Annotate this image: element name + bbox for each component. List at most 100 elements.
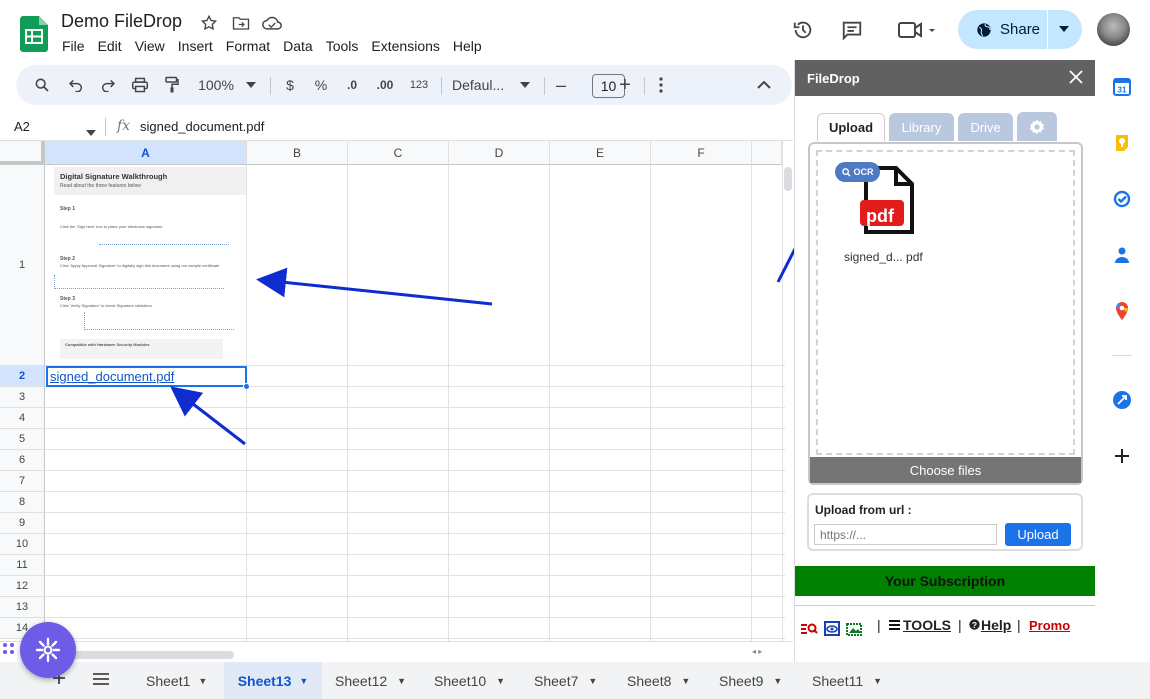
paint-format-icon[interactable]: [160, 65, 184, 105]
vertical-scrollbar[interactable]: [782, 141, 793, 641]
drag-handle-icon[interactable]: [3, 643, 14, 654]
choose-files-button[interactable]: Choose files: [810, 457, 1081, 483]
freeze-handle[interactable]: [0, 141, 45, 165]
currency-format-button[interactable]: $: [280, 65, 300, 105]
row-header-5[interactable]: 5: [0, 429, 45, 450]
sheet-tab-active[interactable]: Sheet13 ▼: [224, 662, 322, 699]
font-chevron-down-icon[interactable]: [518, 65, 532, 105]
print-icon[interactable]: [128, 65, 152, 105]
column-header-c[interactable]: C: [348, 141, 449, 165]
menu-edit[interactable]: Edit: [98, 38, 122, 54]
move-folder-icon[interactable]: [231, 13, 251, 33]
row-header-8[interactable]: 8: [0, 492, 45, 513]
row-header-2[interactable]: 2: [0, 366, 45, 387]
share-chevron-down-icon[interactable]: [1059, 26, 1069, 32]
url-upload-button[interactable]: Upload: [1005, 523, 1071, 546]
menu-tools[interactable]: Tools: [326, 38, 359, 54]
sheet-tab[interactable]: Sheet9 ▼: [719, 662, 782, 699]
url-input[interactable]: [814, 524, 997, 545]
row-header-1[interactable]: 1: [0, 165, 45, 366]
redo-icon[interactable]: [96, 65, 120, 105]
menu-view[interactable]: View: [135, 38, 165, 54]
chevron-down-icon[interactable]: ▼: [588, 676, 597, 686]
row-header-11[interactable]: 11: [0, 555, 45, 576]
tools-link[interactable]: TOOLS: [889, 617, 951, 633]
tab-settings[interactable]: [1017, 112, 1057, 141]
avatar[interactable]: [1097, 13, 1130, 46]
spreadsheet-grid[interactable]: A B C D E F 1 2 3 4 5 6 7 8 9 10 11 12 1…: [0, 141, 793, 641]
keep-icon[interactable]: [1112, 133, 1132, 153]
chevron-down-icon[interactable]: ▼: [397, 676, 406, 686]
cloud-saved-icon[interactable]: [262, 13, 282, 33]
undo-icon[interactable]: [64, 65, 88, 105]
eye-icon[interactable]: [824, 620, 840, 636]
name-box-chevron-down-icon[interactable]: [86, 124, 96, 139]
sheets-logo-icon[interactable]: [20, 16, 48, 52]
explore-fab[interactable]: [20, 622, 76, 678]
tab-library[interactable]: Library: [889, 113, 954, 141]
column-header-f[interactable]: F: [651, 141, 752, 165]
search-text-icon[interactable]: [800, 620, 818, 636]
image-icon[interactable]: [846, 620, 864, 636]
row-header-13[interactable]: 13: [0, 597, 45, 618]
column-header-g[interactable]: [752, 141, 782, 165]
tab-upload[interactable]: Upload: [817, 113, 885, 141]
menu-extensions[interactable]: Extensions: [371, 38, 439, 54]
ocr-badge[interactable]: OCR: [835, 162, 880, 182]
calendar-icon[interactable]: 31: [1112, 77, 1132, 97]
menu-format[interactable]: Format: [226, 38, 270, 54]
chevron-down-icon[interactable]: ▼: [773, 676, 782, 686]
menu-insert[interactable]: Insert: [178, 38, 213, 54]
sheet-tab[interactable]: Sheet8 ▼: [627, 662, 690, 699]
tasks-icon[interactable]: [1112, 189, 1132, 209]
font-size-increase-icon[interactable]: +: [616, 65, 634, 105]
horizontal-scrollbar[interactable]: ◂ ▸: [0, 641, 793, 662]
column-header-d[interactable]: D: [449, 141, 550, 165]
sheet-tab[interactable]: Sheet11 ▼: [812, 662, 882, 699]
row-header-3[interactable]: 3: [0, 387, 45, 408]
chevron-down-icon[interactable]: ▼: [198, 676, 207, 686]
row-header-4[interactable]: 4: [0, 408, 45, 429]
maps-icon[interactable]: [1112, 301, 1132, 321]
increase-decimal-button[interactable]: .00: [372, 65, 398, 105]
sheet-tab[interactable]: Sheet7 ▼: [534, 662, 597, 699]
search-menus-icon[interactable]: [30, 65, 54, 105]
sheet-tab[interactable]: Sheet12 ▼: [335, 662, 406, 699]
sheet-tab[interactable]: Sheet1 ▼: [146, 662, 207, 699]
font-select[interactable]: Defaul...: [452, 65, 514, 105]
chevron-down-icon[interactable]: ▼: [299, 676, 308, 686]
close-icon[interactable]: [1069, 70, 1083, 84]
percent-format-button[interactable]: %: [311, 65, 331, 105]
document-title[interactable]: Demo FileDrop: [61, 11, 182, 32]
menu-help[interactable]: Help: [453, 38, 482, 54]
row-header-7[interactable]: 7: [0, 471, 45, 492]
chevron-down-icon[interactable]: ▼: [681, 676, 690, 686]
selected-cell-a2[interactable]: signed_document.pdf: [46, 366, 247, 387]
chevron-down-icon[interactable]: ▼: [873, 676, 882, 686]
star-icon[interactable]: [199, 13, 219, 33]
contacts-icon[interactable]: [1112, 245, 1132, 265]
meet-video-icon[interactable]: [894, 17, 940, 43]
row-header-12[interactable]: 12: [0, 576, 45, 597]
more-vert-icon[interactable]: [654, 65, 668, 105]
all-sheets-icon[interactable]: [93, 673, 109, 685]
pdf-thumbnail-image[interactable]: Digital Signature Walkthrough Read about…: [54, 167, 246, 363]
comment-icon[interactable]: [839, 17, 865, 43]
chevron-down-icon[interactable]: ▼: [496, 676, 505, 686]
collapse-chevron-up-icon[interactable]: [754, 65, 774, 105]
number-format-button[interactable]: 123: [407, 65, 431, 105]
file-drop-zone[interactable]: pdf OCR signed_d... pdf Choose files: [808, 142, 1083, 485]
filedrop-addon-icon[interactable]: [1112, 390, 1132, 410]
menu-file[interactable]: File: [62, 38, 85, 54]
column-header-a[interactable]: A: [45, 141, 247, 165]
menu-data[interactable]: Data: [283, 38, 313, 54]
cell-a2-link[interactable]: signed_document.pdf: [50, 369, 174, 384]
decrease-decimal-button[interactable]: .0: [341, 65, 363, 105]
row-header-10[interactable]: 10: [0, 534, 45, 555]
zoom-chevron-down-icon[interactable]: [244, 65, 258, 105]
fill-handle[interactable]: [243, 383, 250, 390]
promo-link[interactable]: Promo: [1029, 618, 1070, 633]
font-size-decrease-icon[interactable]: –: [554, 65, 568, 105]
row-header-9[interactable]: 9: [0, 513, 45, 534]
sheet-tab[interactable]: Sheet10 ▼: [434, 662, 505, 699]
